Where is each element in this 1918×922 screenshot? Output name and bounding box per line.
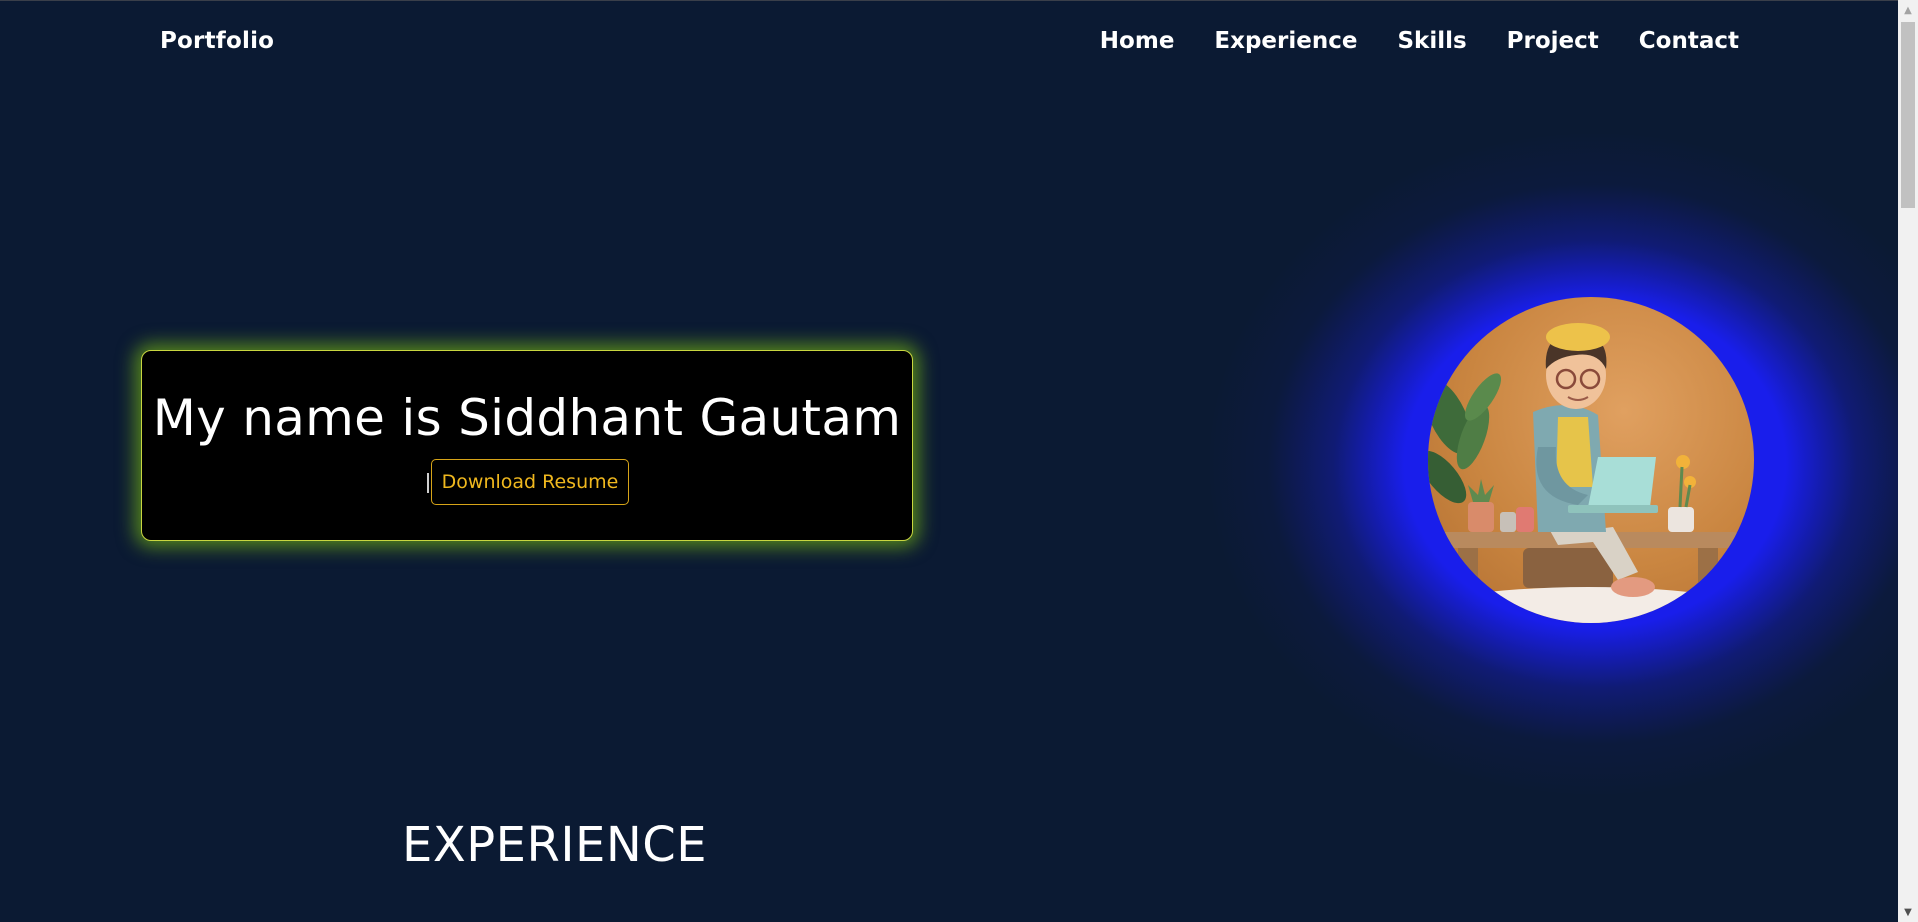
vertical-scrollbar[interactable]: ▲ ▼ — [1898, 0, 1918, 922]
scrollbar-thumb[interactable] — [1901, 22, 1915, 208]
nav-link-project[interactable]: Project — [1507, 28, 1599, 54]
avatar — [1428, 297, 1754, 623]
experience-section-title: EXPERIENCE — [402, 817, 708, 873]
scroll-up-arrow-icon[interactable]: ▲ — [1898, 0, 1918, 20]
hero-title: My name is Siddhant Gautam — [152, 389, 902, 447]
nav-link-experience[interactable]: Experience — [1214, 28, 1357, 54]
page-viewport: Portfolio Home Experience Skills Project… — [0, 1, 1898, 922]
hero-card: My name is Siddhant Gautam Download Resu… — [141, 350, 913, 541]
download-resume-button[interactable]: Download Resume — [431, 459, 629, 505]
nav-link-home[interactable]: Home — [1100, 28, 1175, 54]
nav-link-skills[interactable]: Skills — [1397, 28, 1466, 54]
brand-logo[interactable]: Portfolio — [160, 28, 274, 54]
scroll-down-arrow-icon[interactable]: ▼ — [1898, 902, 1918, 922]
developer-avatar-icon — [1428, 323, 1754, 623]
main-nav: Home Experience Skills Project Contact — [1100, 28, 1739, 54]
nav-link-contact[interactable]: Contact — [1639, 28, 1739, 54]
typing-cursor — [427, 473, 429, 493]
